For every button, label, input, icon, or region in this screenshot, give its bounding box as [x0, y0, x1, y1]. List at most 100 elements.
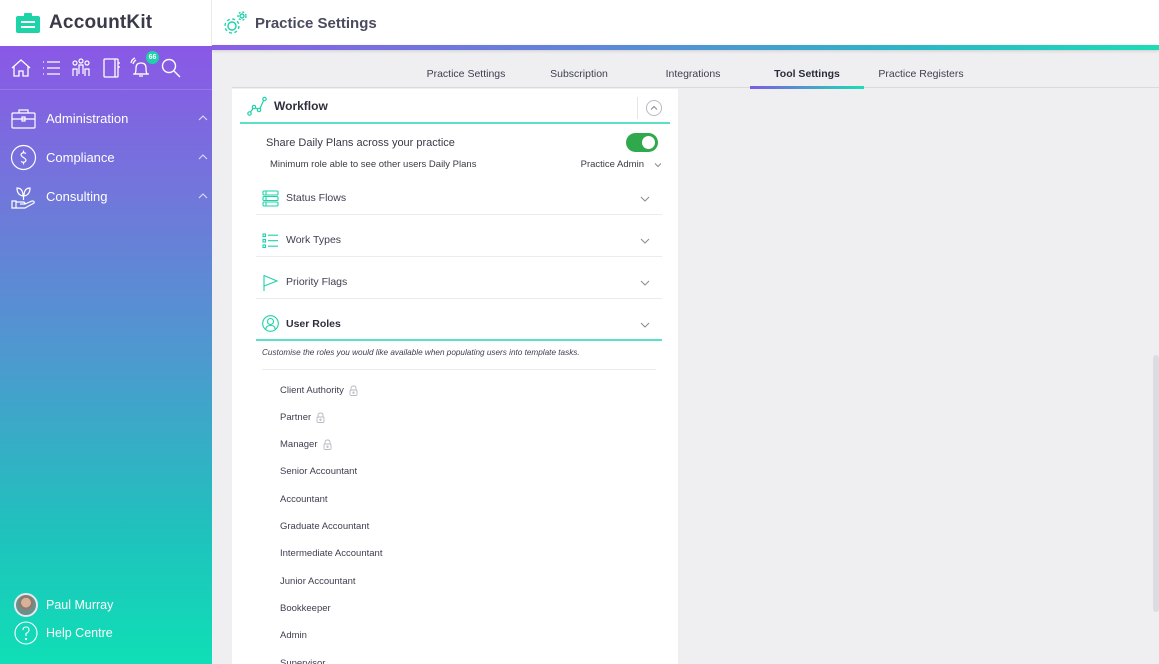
- role-label: Intermediate Accountant: [280, 548, 383, 560]
- user-name: Paul Murray: [46, 598, 114, 612]
- app-name: AccountKit: [49, 12, 153, 33]
- chevron-up-icon: [198, 115, 208, 121]
- section-status-flows[interactable]: Status Flows: [256, 182, 662, 215]
- role-label: Junior Accountant: [280, 575, 356, 587]
- accent-bar: [212, 45, 1159, 50]
- share-daily-plans-label: Share Daily Plans across your practice: [266, 137, 455, 149]
- section-user-roles[interactable]: User Roles: [256, 308, 662, 341]
- workflow-header: Workflow: [240, 89, 670, 124]
- sidebar-item-label: Administration: [46, 111, 129, 126]
- section-priority-flags[interactable]: Priority Flags: [256, 266, 662, 299]
- search-icon: [161, 58, 181, 77]
- quick-nav: 66: [0, 46, 212, 90]
- tab-subscription[interactable]: Subscription: [532, 62, 626, 88]
- sidebar-item-label: Compliance: [46, 150, 115, 165]
- clients-button[interactable]: [70, 57, 92, 79]
- section-work-types[interactable]: Work Types: [256, 224, 662, 257]
- chevron-down-icon: [640, 238, 650, 244]
- avatar: [14, 593, 38, 617]
- chevron-up-icon: [198, 154, 208, 160]
- page-scrollbar[interactable]: [1153, 355, 1159, 612]
- min-role-row: Minimum role able to see other users Dai…: [270, 159, 662, 175]
- briefcase-logo-icon: [16, 13, 40, 33]
- page-title: Practice Settings: [255, 14, 377, 32]
- role-label: Manager: [280, 439, 318, 451]
- role-label: Admin: [280, 630, 307, 642]
- tasks-button[interactable]: [40, 57, 62, 79]
- tab-tool-settings[interactable]: Tool Settings: [750, 62, 864, 89]
- sidebar-item-label: Consulting: [46, 189, 108, 204]
- notebook-icon: [103, 57, 120, 78]
- section-label: Work Types: [286, 234, 342, 246]
- sidebar-item-administration[interactable]: Administration: [0, 99, 212, 138]
- role-item[interactable]: Admin: [280, 629, 307, 643]
- sidebar-footer: Paul Murray Help Centre: [14, 591, 113, 647]
- tab-practice-settings[interactable]: Practice Settings: [412, 62, 520, 88]
- chevron-down-icon: [640, 322, 650, 328]
- sidebar: 66 Administration Compliance Consulting …: [0, 46, 212, 664]
- min-role-value: Practice Admin: [580, 159, 644, 170]
- help-icon: [14, 621, 38, 645]
- hand-plant-icon: [11, 187, 35, 209]
- role-item[interactable]: Senior Accountant: [280, 465, 357, 479]
- section-label: Status Flows: [286, 192, 347, 204]
- gears-icon: [224, 11, 247, 34]
- tab-integrations[interactable]: Integrations: [644, 62, 742, 88]
- list-icon: [43, 60, 60, 75]
- status-flow-icon: [262, 189, 279, 207]
- share-daily-plans-row: Share Daily Plans across your practice: [266, 133, 658, 153]
- people-icon: [72, 57, 90, 76]
- role-label: Supervisor: [280, 657, 326, 664]
- role-item[interactable]: Manager: [280, 438, 332, 452]
- list-icon: [262, 232, 278, 248]
- collapse-workflow-button[interactable]: [646, 100, 662, 116]
- chevron-down-icon: [654, 162, 662, 167]
- role-label: Accountant: [280, 493, 328, 505]
- help-centre-link[interactable]: Help Centre: [14, 619, 113, 647]
- share-daily-plans-toggle[interactable]: [626, 133, 658, 152]
- role-item[interactable]: Supervisor: [280, 656, 325, 664]
- user-profile[interactable]: Paul Murray: [14, 591, 113, 619]
- page-header: Practice Settings: [222, 0, 377, 46]
- search-button[interactable]: [160, 57, 182, 79]
- role-item[interactable]: Graduate Accountant: [280, 520, 369, 534]
- home-button[interactable]: [10, 57, 32, 79]
- workflow-panel: Workflow Share Daily Plans across your p…: [232, 89, 678, 664]
- role-label: Senior Accountant: [280, 466, 358, 478]
- brand[interactable]: AccountKit: [0, 0, 212, 46]
- user-roles-description: Customise the roles you would like avail…: [262, 348, 656, 370]
- workflow-icon: [247, 96, 267, 116]
- chevron-down-icon: [640, 196, 650, 202]
- role-item[interactable]: Accountant: [280, 492, 328, 506]
- role-item[interactable]: Intermediate Accountant: [280, 547, 382, 561]
- chevron-up-icon: [650, 105, 658, 110]
- min-role-select[interactable]: Practice Admin: [581, 159, 662, 170]
- tab-practice-registers[interactable]: Practice Registers: [868, 62, 974, 88]
- user-icon: [262, 315, 279, 332]
- settings-tabs: Practice Settings Subscription Integrati…: [232, 62, 1159, 89]
- divider: [637, 97, 638, 119]
- home-icon: [11, 58, 31, 77]
- top-bar: AccountKit Practice Settings: [0, 0, 1159, 46]
- role-label: Bookkeeper: [280, 602, 331, 614]
- notification-badge: 66: [146, 50, 159, 64]
- role-label: Graduate Accountant: [280, 521, 370, 532]
- notebook-button[interactable]: [100, 57, 122, 79]
- lock-icon: [323, 439, 331, 451]
- role-label: Client Authority: [280, 384, 344, 396]
- sidebar-item-consulting[interactable]: Consulting: [0, 177, 212, 216]
- role-item[interactable]: Junior Accountant: [280, 574, 356, 588]
- briefcase-icon: [11, 109, 36, 129]
- dollar-icon: [10, 144, 37, 171]
- section-label: User Roles: [286, 317, 341, 330]
- sidebar-item-compliance[interactable]: Compliance: [0, 138, 212, 177]
- chevron-down-icon: [640, 280, 650, 286]
- flag-icon: [263, 274, 279, 291]
- lock-icon: [349, 385, 358, 396]
- help-centre-label: Help Centre: [46, 626, 113, 640]
- role-item[interactable]: Bookkeeper: [280, 601, 331, 615]
- role-item[interactable]: Client Authority: [280, 383, 358, 397]
- role-item[interactable]: Partner: [280, 410, 325, 424]
- notifications-button[interactable]: 66: [130, 50, 159, 79]
- chevron-up-icon: [198, 193, 208, 199]
